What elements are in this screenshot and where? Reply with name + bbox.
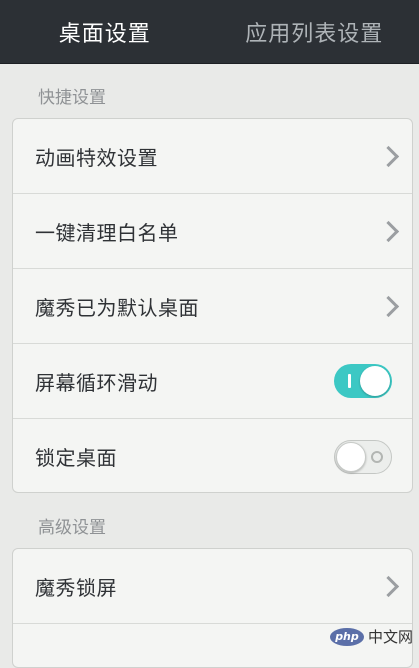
- row-label: 锁定桌面: [35, 442, 117, 471]
- advanced-settings-card: 魔秀锁屏: [12, 548, 413, 668]
- lock-desktop-toggle[interactable]: [334, 440, 392, 474]
- settings-row-animation[interactable]: 动画特效设置: [13, 119, 412, 194]
- settings-row-whitelist[interactable]: 一键清理白名单: [13, 194, 412, 269]
- loop-scroll-toggle[interactable]: [334, 364, 392, 398]
- toggle-knob: [336, 442, 366, 472]
- watermark-text: 中文网: [368, 626, 413, 647]
- tab-app-list-settings[interactable]: 应用列表设置: [210, 16, 419, 48]
- php-logo: php: [330, 628, 364, 646]
- settings-row-loop-scroll: 屏幕循环滑动: [13, 344, 412, 419]
- site-watermark: php 中文网: [330, 626, 413, 647]
- tab-desktop-settings[interactable]: 桌面设置: [0, 16, 210, 48]
- chevron-right-icon: [378, 146, 399, 167]
- toggle-knob: [360, 366, 390, 396]
- row-label: 魔秀锁屏: [35, 572, 117, 601]
- top-tab-bar: 桌面设置 应用列表设置: [0, 0, 419, 64]
- settings-row-lock-desktop: 锁定桌面: [13, 419, 412, 493]
- toggle-off-mark: [371, 451, 383, 463]
- section-header-quick: 快捷设置: [38, 83, 106, 108]
- row-label: 屏幕循环滑动: [35, 367, 158, 396]
- row-label: 动画特效设置: [35, 142, 158, 171]
- row-label: 一键清理白名单: [35, 217, 179, 246]
- toggle-on-mark: [348, 374, 351, 388]
- section-header-advanced: 高级设置: [38, 513, 106, 538]
- quick-settings-card: 动画特效设置 一键清理白名单 魔秀已为默认桌面 屏幕循环滑动 锁定桌面: [12, 118, 413, 493]
- row-label: 魔秀已为默认桌面: [35, 292, 199, 321]
- chevron-right-icon: [378, 221, 399, 242]
- chevron-right-icon: [378, 296, 399, 317]
- settings-row-lockscreen[interactable]: 魔秀锁屏: [13, 549, 412, 624]
- chevron-right-icon: [378, 576, 399, 597]
- settings-row-default-launcher[interactable]: 魔秀已为默认桌面: [13, 269, 412, 344]
